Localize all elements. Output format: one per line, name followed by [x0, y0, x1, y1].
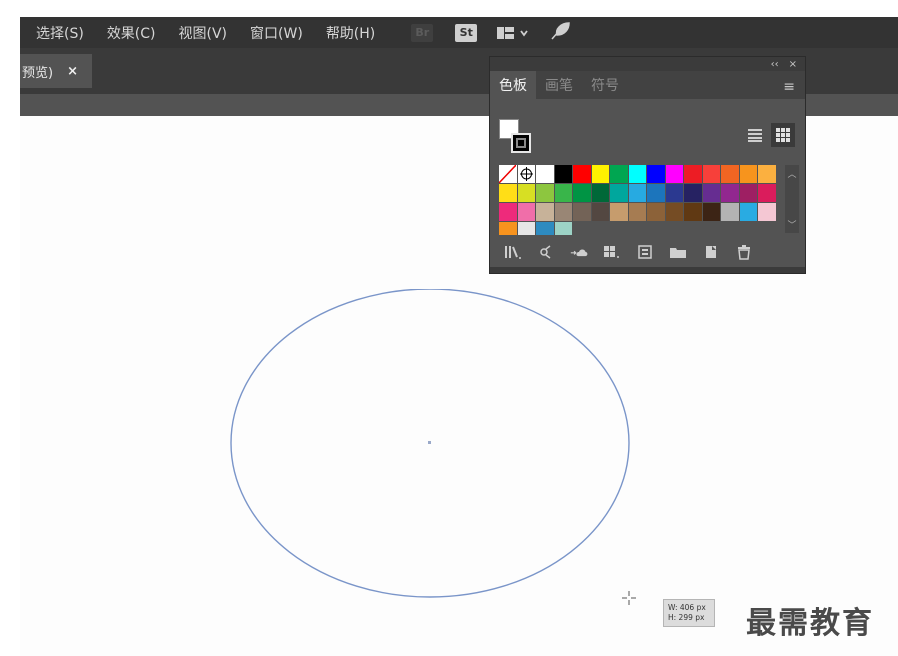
- color-swatch[interactable]: [499, 203, 517, 221]
- fill-stroke-widget[interactable]: [499, 119, 531, 153]
- tooltip-height: H: 299 px: [668, 613, 705, 622]
- color-swatch[interactable]: [499, 165, 517, 184]
- document-tab[interactable]: 预览) ×: [20, 54, 92, 88]
- color-swatch[interactable]: [499, 184, 517, 202]
- color-swatch[interactable]: [536, 222, 554, 235]
- app-window: 选择(S) 效果(C) 视图(V) 窗口(W) 帮助(H) Br St 预览) …: [0, 0, 898, 656]
- cloud-add-icon[interactable]: [570, 244, 588, 260]
- tab-brushes[interactable]: 画笔: [536, 71, 582, 99]
- crosshair-cursor-icon: [622, 591, 636, 605]
- color-swatch[interactable]: [665, 184, 683, 202]
- color-swatch[interactable]: [554, 203, 572, 221]
- color-swatch[interactable]: [758, 165, 776, 183]
- swatch-grid: [499, 165, 795, 235]
- menu-help[interactable]: 帮助(H): [326, 23, 375, 43]
- color-swatch[interactable]: [628, 203, 646, 221]
- color-swatch[interactable]: [665, 165, 683, 183]
- tab-symbols[interactable]: 符号: [582, 71, 628, 99]
- color-swatch[interactable]: [517, 222, 535, 235]
- color-swatch[interactable]: [573, 203, 591, 221]
- panel-close-icon[interactable]: ×: [789, 59, 797, 70]
- panel-tabs: 色板 画笔 符号 ≡: [490, 71, 805, 99]
- color-swatch[interactable]: [610, 165, 628, 183]
- color-swatch[interactable]: [721, 165, 739, 183]
- color-swatch[interactable]: [536, 203, 554, 221]
- color-swatch[interactable]: [739, 203, 757, 221]
- menu-select[interactable]: 选择(S): [36, 23, 84, 43]
- color-swatch[interactable]: [628, 184, 646, 202]
- color-swatch[interactable]: [554, 184, 572, 202]
- color-swatch[interactable]: [739, 184, 757, 202]
- view-toggle: [743, 123, 795, 147]
- menu-view[interactable]: 视图(V): [179, 23, 228, 43]
- swatch-options-icon[interactable]: [603, 244, 621, 260]
- color-swatch[interactable]: [702, 203, 720, 221]
- color-swatch[interactable]: [554, 222, 572, 235]
- swatch-grid-area: [499, 165, 795, 235]
- grid-view-icon[interactable]: [771, 123, 795, 147]
- list-view-icon[interactable]: [743, 123, 767, 147]
- menu-bar: 选择(S) 效果(C) 视图(V) 窗口(W) 帮助(H) Br St: [20, 17, 898, 48]
- scroll-up-icon[interactable]: ︿: [787, 167, 796, 180]
- color-swatch[interactable]: [684, 184, 702, 202]
- color-swatch[interactable]: [758, 184, 776, 202]
- bridge-icon[interactable]: Br: [411, 23, 434, 42]
- color-swatch[interactable]: [591, 203, 609, 221]
- color-swatch[interactable]: [591, 184, 609, 202]
- panel-header: ‹‹ ×: [490, 57, 805, 71]
- color-swatch[interactable]: [647, 165, 665, 183]
- color-swatch[interactable]: [573, 184, 591, 202]
- color-swatch[interactable]: [665, 203, 683, 221]
- new-swatch-icon[interactable]: [702, 244, 720, 260]
- color-swatch[interactable]: [536, 165, 554, 183]
- close-icon[interactable]: ×: [67, 64, 78, 79]
- color-swatch[interactable]: [721, 184, 739, 202]
- color-swatch[interactable]: [499, 222, 517, 235]
- swatches-panel: ‹‹ × 色板 画笔 符号 ≡ ︿ ﹀: [489, 56, 806, 274]
- tooltip-width: W: 406 px: [668, 603, 706, 612]
- color-swatch[interactable]: [739, 165, 757, 183]
- layout-grid-icon[interactable]: [497, 26, 531, 40]
- color-swatch[interactable]: [758, 203, 776, 221]
- color-swatch[interactable]: [647, 184, 665, 202]
- collapse-icon[interactable]: ‹‹: [771, 59, 779, 70]
- color-swatch[interactable]: [628, 165, 646, 183]
- dimension-tooltip: W: 406 px H: 299 px: [663, 599, 715, 627]
- color-swatch[interactable]: [684, 165, 702, 183]
- color-swatch[interactable]: [721, 203, 739, 221]
- color-swatch[interactable]: [573, 165, 591, 183]
- tab-swatches[interactable]: 色板: [490, 71, 536, 99]
- document-tab-label: 预览): [22, 65, 54, 81]
- color-swatch[interactable]: [517, 165, 535, 183]
- folder-icon[interactable]: [669, 244, 687, 260]
- menu-window[interactable]: 窗口(W): [250, 23, 303, 43]
- ellipse-shape[interactable]: [228, 289, 632, 601]
- show-kinds-icon[interactable]: [537, 244, 555, 260]
- color-swatch[interactable]: [517, 184, 535, 202]
- swatch-scrollbar[interactable]: ︿ ﹀: [785, 165, 799, 233]
- library-icon[interactable]: [504, 244, 522, 260]
- panel-footer: [490, 237, 805, 267]
- center-point-icon: [428, 441, 431, 444]
- color-swatch[interactable]: [591, 165, 609, 183]
- color-swatch[interactable]: [610, 184, 628, 202]
- panel-menu-icon[interactable]: ≡: [783, 79, 795, 95]
- scroll-down-icon[interactable]: ﹀: [787, 218, 796, 231]
- delete-icon[interactable]: [735, 244, 753, 260]
- color-swatch[interactable]: [684, 203, 702, 221]
- menu-effect[interactable]: 效果(C): [107, 23, 156, 43]
- feather-icon[interactable]: [549, 21, 571, 45]
- color-swatch[interactable]: [517, 203, 535, 221]
- stock-icon[interactable]: St: [455, 23, 478, 42]
- new-color-group-icon[interactable]: [636, 244, 654, 260]
- watermark-text: 最需教育: [746, 606, 874, 641]
- color-swatch[interactable]: [554, 165, 572, 183]
- color-swatch[interactable]: [702, 165, 720, 183]
- panel-bottom-edge: [490, 267, 805, 273]
- color-swatch[interactable]: [536, 184, 554, 202]
- color-swatch[interactable]: [610, 203, 628, 221]
- stroke-swatch[interactable]: [511, 133, 531, 153]
- color-swatch[interactable]: [647, 203, 665, 221]
- color-swatch[interactable]: [702, 184, 720, 202]
